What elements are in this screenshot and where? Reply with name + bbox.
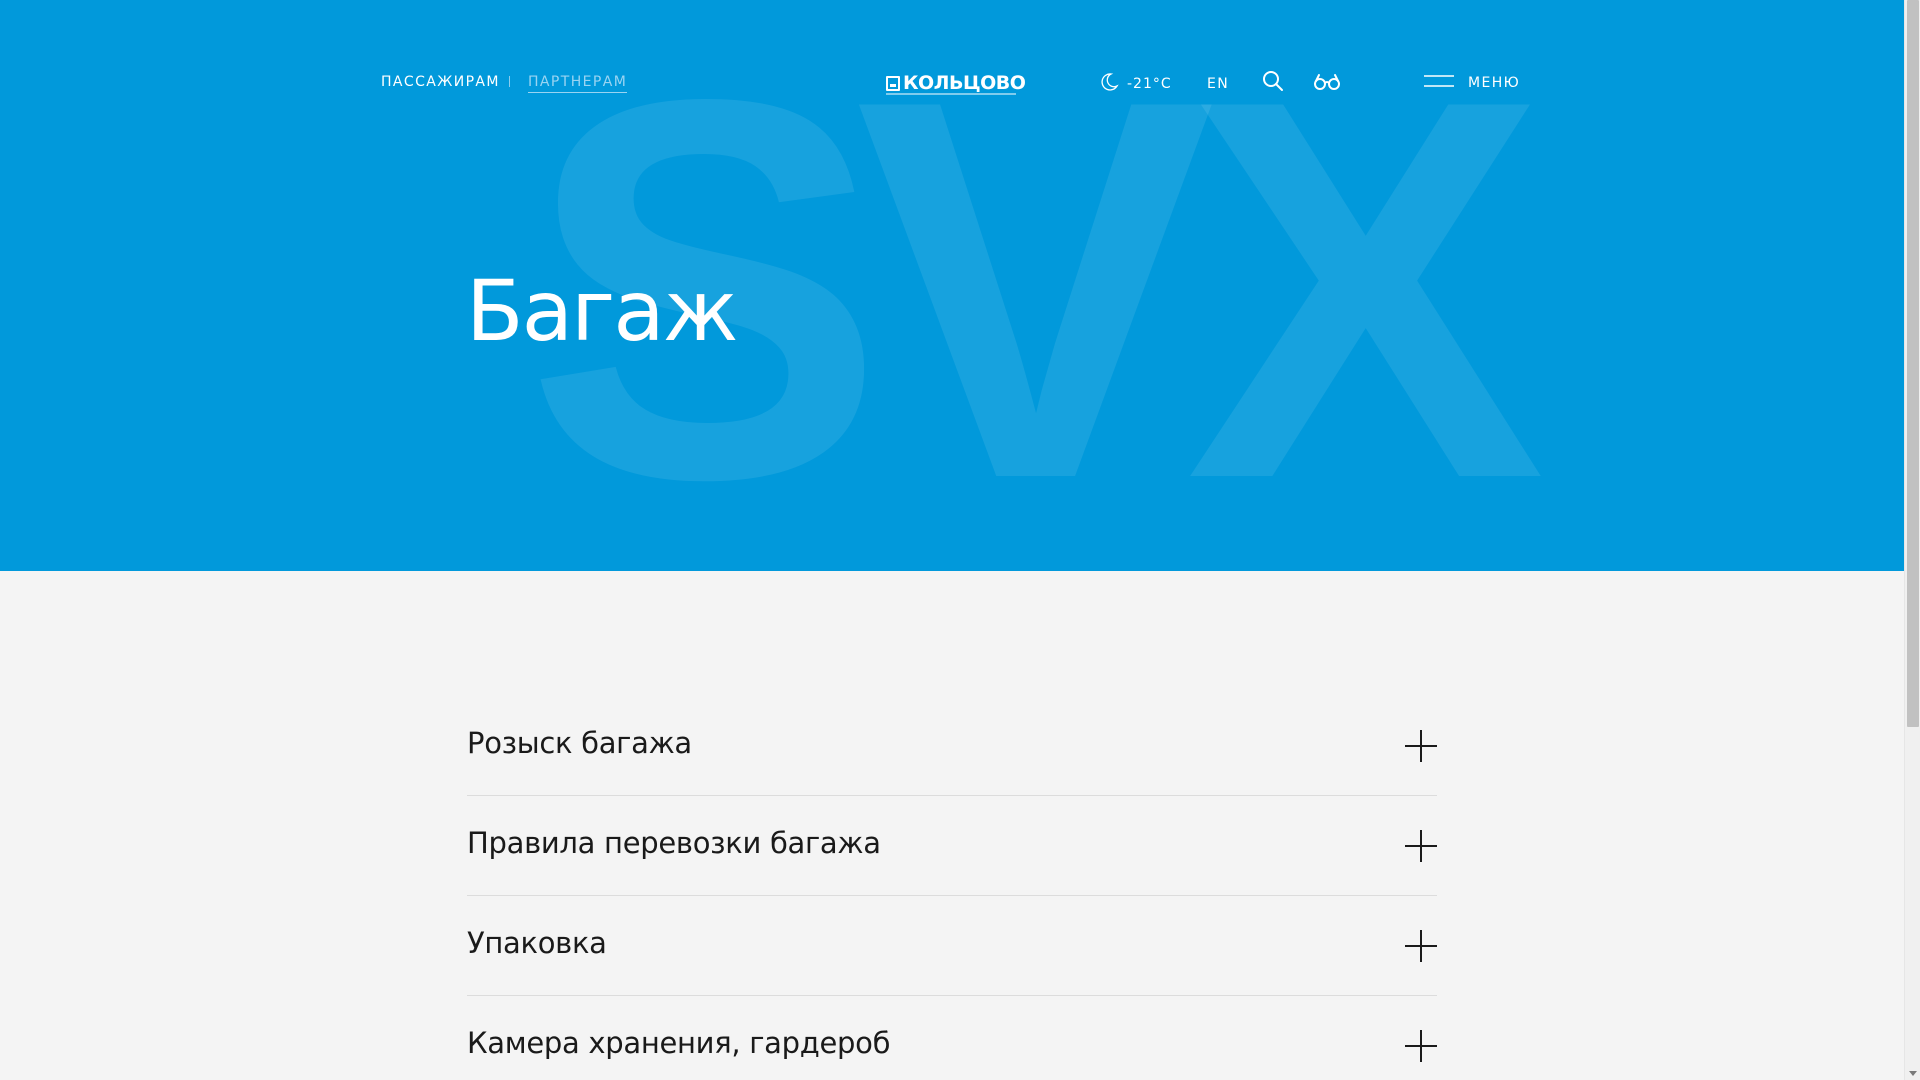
nav-divider: [509, 76, 510, 87]
plus-icon[interactable]: [1405, 730, 1437, 762]
vertical-scrollbar[interactable]: [1904, 0, 1920, 1080]
plus-icon[interactable]: [1405, 830, 1437, 862]
accordion: Розыск багажа Правила перевозки багажа У…: [467, 696, 1437, 1080]
nav-partners-link[interactable]: ПАРТНЕРАМ: [528, 74, 628, 93]
menu-label: МЕНЮ: [1468, 75, 1521, 91]
koltsovo-logo[interactable]: КОЛЬЦОВО: [886, 72, 1026, 94]
page-title: Багаж: [466, 262, 738, 360]
temperature-value: -21°C: [1127, 76, 1172, 92]
plus-icon[interactable]: [1405, 1030, 1437, 1062]
hamburger-icon: [1424, 74, 1454, 92]
logo-text: КОЛЬЦОВО: [903, 72, 1026, 94]
moon-icon: [1099, 72, 1119, 96]
glasses-icon[interactable]: [1313, 73, 1341, 96]
hero-banner: SVX ПАССАЖИРАМ ПАРТНЕРАМ КОЛЬЦОВО -21°C …: [0, 0, 1904, 571]
accordion-item-packing[interactable]: Упаковка: [467, 896, 1437, 996]
language-switch[interactable]: EN: [1207, 76, 1229, 92]
scrollbar-thumb[interactable]: [1907, 0, 1919, 727]
accordion-item-label: Розыск багажа: [467, 726, 692, 760]
accordion-item-baggage-rules[interactable]: Правила перевозки багажа: [467, 796, 1437, 896]
scroll-down-arrow-icon[interactable]: [1909, 1071, 1917, 1076]
search-icon[interactable]: [1262, 70, 1284, 97]
weather-widget: -21°C: [1099, 72, 1172, 96]
accordion-item-label: Камера хранения, гардероб: [467, 1026, 891, 1060]
accordion-item-label: Правила перевозки багажа: [467, 826, 881, 860]
menu-button[interactable]: МЕНЮ: [1424, 74, 1520, 92]
accordion-item-baggage-search[interactable]: Розыск багажа: [467, 696, 1437, 796]
logo-mark-icon: [886, 75, 900, 91]
nav-passengers-link[interactable]: ПАССАЖИРАМ: [381, 74, 500, 90]
accordion-item-label: Упаковка: [467, 926, 607, 960]
plus-icon[interactable]: [1405, 930, 1437, 962]
accordion-item-storage[interactable]: Камера хранения, гардероб: [467, 996, 1437, 1080]
header: ПАССАЖИРАМ ПАРТНЕРАМ КОЛЬЦОВО -21°C EN М…: [0, 0, 1904, 170]
logo-subtitle-line: [886, 93, 1016, 95]
